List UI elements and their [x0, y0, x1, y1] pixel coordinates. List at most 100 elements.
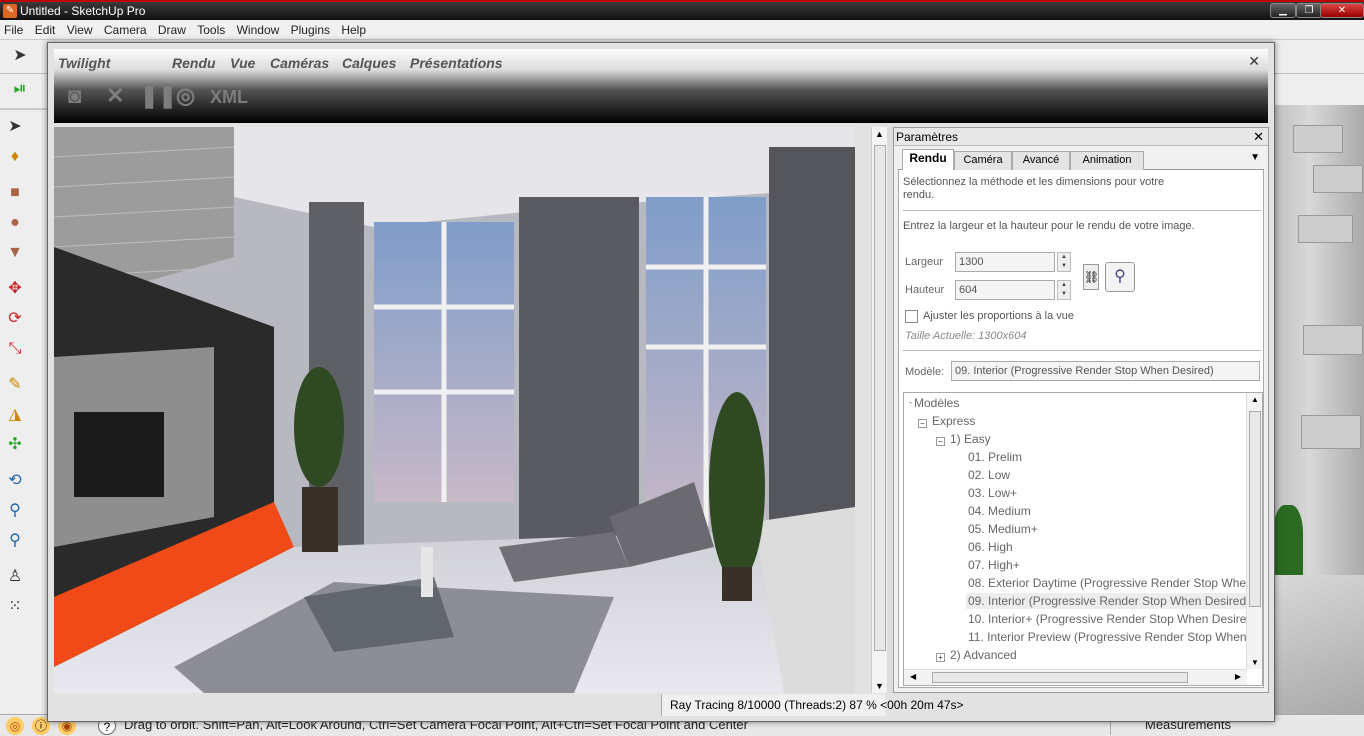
tree-vertical-scrollbar[interactable]: ▲ ▼	[1246, 393, 1262, 669]
menu-file[interactable]: File	[0, 20, 27, 40]
scroll-down-icon[interactable]: ▼	[875, 681, 884, 691]
menu-window[interactable]: Window	[233, 20, 284, 40]
width-spinner[interactable]: ▲ ▼	[1057, 252, 1071, 272]
tree-scroll-right-icon[interactable]: ▶	[1235, 672, 1241, 681]
twilight-menu-calques[interactable]: Calques	[342, 55, 396, 71]
scale-icon[interactable]: ⤡	[4, 338, 26, 360]
menu-view[interactable]: View	[63, 20, 97, 40]
walk-icon[interactable]: ♙	[4, 566, 26, 588]
parameters-close-icon[interactable]: ✕	[1253, 128, 1264, 146]
wall-brick	[1298, 215, 1353, 243]
tree-horizontal-scrollbar[interactable]: ◀ ▶	[904, 669, 1247, 685]
tree-item[interactable]: 08. Exterior Daytime (Progressive Render…	[966, 575, 1255, 591]
menu-plugins[interactable]: Plugins	[287, 20, 334, 40]
tree-item[interactable]: 01. Prelim	[966, 449, 1024, 465]
app-title: Untitled - SketchUp Pro	[20, 4, 146, 18]
width-input[interactable]: 1300	[955, 252, 1055, 272]
move-icon[interactable]: ✥	[4, 278, 26, 300]
paint-bucket-icon[interactable]: ♦	[4, 146, 26, 168]
tree-item[interactable]: 05. Medium+	[966, 521, 1040, 537]
tab-animation[interactable]: Animation	[1070, 151, 1144, 170]
menu-help[interactable]: Help	[337, 20, 370, 40]
parameters-panel: Paramètres ✕ Rendu Caméra Avancé Animati…	[893, 127, 1269, 693]
orbit-icon[interactable]: ⟲	[4, 470, 26, 492]
select-tool-icon[interactable]: ➤	[9, 45, 31, 67]
wall-brick	[1293, 125, 1343, 153]
twilight-menu-vue[interactable]: Vue	[230, 55, 255, 71]
tab-rendu[interactable]: Rendu	[902, 149, 954, 171]
tree-hscroll-thumb[interactable]	[932, 672, 1188, 683]
tree-expander-easy[interactable]: −	[936, 437, 945, 446]
tree-scroll-down-icon[interactable]: ▼	[1251, 658, 1259, 667]
menu-edit[interactable]: Edit	[31, 20, 60, 40]
target-icon[interactable]: ◎	[176, 83, 195, 109]
circle-icon[interactable]: ●	[4, 212, 26, 234]
menu-tools[interactable]: Tools	[193, 20, 229, 40]
menu-draw[interactable]: Draw	[154, 20, 190, 40]
twilight-menu-presentations[interactable]: Présentations	[410, 55, 503, 71]
height-input[interactable]: 604	[955, 280, 1055, 300]
tab-dropdown-icon[interactable]: ▼	[1250, 152, 1260, 163]
pause-render-icon[interactable]: ❚❚	[140, 83, 177, 109]
parameters-title: Paramètres	[896, 130, 959, 144]
twilight-menu-rendu[interactable]: Rendu	[172, 55, 216, 71]
render-camera-icon[interactable]: ◙	[68, 83, 81, 109]
tree-root-modeles[interactable]: Modèles	[912, 395, 961, 411]
tree-node-advanced[interactable]: 2) Advanced	[948, 647, 1019, 663]
tab-avance[interactable]: Avancé	[1012, 151, 1070, 170]
height-spinner[interactable]: ▲ ▼	[1057, 280, 1071, 300]
tree-item[interactable]: 06. High	[966, 539, 1015, 555]
tree-item-selected[interactable]: 09. Interior (Progressive Render Stop Wh…	[966, 593, 1253, 609]
tree-node-express[interactable]: Express	[930, 413, 977, 429]
tree-item[interactable]: 10. Interior+ (Progressive Render Stop W…	[966, 611, 1254, 627]
select-icon[interactable]: ➤	[4, 116, 26, 138]
rotate-icon[interactable]: ⟳	[4, 308, 26, 330]
protractor-icon[interactable]: ◮	[4, 404, 26, 426]
axes-icon[interactable]: ✣	[4, 434, 26, 456]
sketchup-viewport-background	[1273, 105, 1364, 715]
tree-item[interactable]: 03. Low+	[966, 485, 1019, 501]
maximize-button[interactable]: ❐	[1296, 3, 1322, 18]
stop-render-icon[interactable]: ✕	[106, 83, 124, 109]
render-vertical-scrollbar[interactable]: ▲ ▼	[871, 127, 887, 693]
tree-item[interactable]: 04. Medium	[966, 503, 1033, 519]
zoom-icon[interactable]: ⚲	[4, 500, 26, 522]
tree-scroll-thumb[interactable]	[1249, 411, 1261, 607]
tree-expander-advanced[interactable]: +	[936, 653, 945, 662]
tape-measure-icon[interactable]: ✎	[4, 374, 26, 396]
size-description: Entrez la largeur et la hauteur pour le …	[903, 220, 1195, 232]
menu-camera[interactable]: Camera	[100, 20, 151, 40]
model-label: Modèle:	[905, 366, 945, 378]
height-label: Hauteur	[905, 284, 945, 296]
twilight-menu-cameras[interactable]: Caméras	[270, 55, 329, 71]
fit-aspect-checkbox[interactable]	[905, 310, 918, 323]
tree-item[interactable]: 02. Low	[966, 467, 1012, 483]
zoom-preview-icon[interactable]: ⚲	[1105, 262, 1135, 292]
link-proportions-icon[interactable]: ⛓	[1083, 264, 1099, 290]
tree-scroll-up-icon[interactable]: ▲	[1251, 395, 1259, 404]
tree-item[interactable]: 07. High+	[966, 557, 1022, 573]
current-size-text: Taille Actuelle: 1300x604	[905, 330, 1027, 342]
close-button[interactable]: ✕	[1320, 3, 1364, 18]
play-icon[interactable]: ⏯	[9, 78, 31, 100]
tree-scroll-left-icon[interactable]: ◀	[910, 672, 916, 681]
tree-node-easy[interactable]: 1) Easy	[948, 431, 993, 447]
model-field[interactable]: 09. Interior (Progressive Render Stop Wh…	[951, 361, 1260, 381]
zoom-window-icon[interactable]: ⚲	[4, 530, 26, 552]
render-preview-image	[54, 127, 855, 693]
divider	[903, 210, 1261, 211]
polygon-icon[interactable]: ▼	[4, 242, 26, 264]
tree-item[interactable]: 11. Interior Preview (Progressive Render…	[966, 629, 1249, 645]
xml-export-icon[interactable]: XML	[210, 87, 248, 108]
geo-location-icon[interactable]: ◎	[6, 717, 24, 735]
parameters-body: Sélectionnez la méthode et les dimension…	[898, 170, 1264, 688]
twilight-close-icon[interactable]: ✕	[1248, 53, 1260, 70]
rectangle-icon[interactable]: ■	[4, 182, 26, 204]
tree-expander-express[interactable]: −	[918, 419, 927, 428]
scroll-thumb[interactable]	[874, 145, 886, 651]
scroll-up-icon[interactable]: ▲	[875, 129, 884, 139]
footprints-icon[interactable]: ⁙	[4, 596, 26, 618]
tab-camera[interactable]: Caméra	[954, 151, 1012, 170]
left-tool-palette: ➤ ♦ ■ ● ▼ ✥ ⟳ ⤡ ✎ ◮ ✣ ⟲ ⚲ ⚲ ♙ ⁙	[0, 110, 52, 715]
minimize-button[interactable]: ▁	[1270, 3, 1296, 18]
